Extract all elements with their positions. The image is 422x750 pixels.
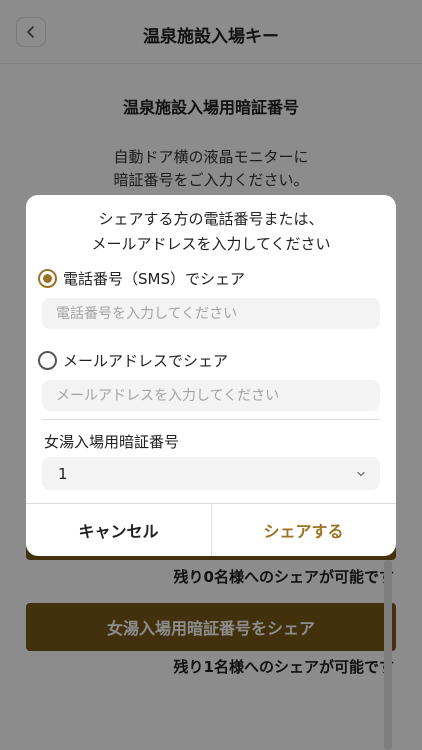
- radio-label-email: メールアドレスでシェア: [63, 352, 229, 370]
- email-input[interactable]: [42, 380, 380, 411]
- share-dialog: シェアする方の電話番号または、 メールアドレスを入力してください 電話番号（SM…: [26, 195, 396, 556]
- radio-label-sms: 電話番号（SMS）でシェア: [63, 270, 245, 288]
- radio-option-sms[interactable]: 電話番号（SMS）でシェア: [38, 268, 245, 289]
- share-confirm-button[interactable]: シェアする: [211, 504, 396, 556]
- radio-unselected-icon[interactable]: [38, 351, 57, 370]
- chevron-down-icon: [356, 469, 366, 479]
- phone-number-input[interactable]: [42, 298, 380, 329]
- password-select-label: 女湯入場用暗証番号: [44, 433, 180, 451]
- dialog-message: シェアする方の電話番号または、 メールアドレスを入力してください: [91, 210, 331, 253]
- radio-selected-icon[interactable]: [38, 269, 57, 288]
- dialog-divider: [42, 419, 380, 420]
- cancel-button[interactable]: キャンセル: [26, 504, 211, 556]
- select-value: 1: [58, 464, 68, 483]
- password-select[interactable]: 1: [42, 457, 380, 490]
- radio-option-email[interactable]: メールアドレスでシェア: [38, 350, 228, 371]
